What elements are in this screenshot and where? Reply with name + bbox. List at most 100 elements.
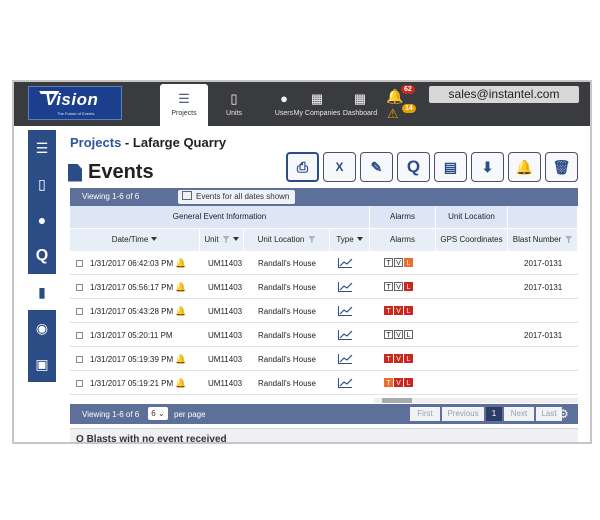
cell-alarms: TVL (384, 324, 414, 347)
waveform-type-icon[interactable] (338, 378, 353, 388)
sidebar-users-icon[interactable]: ● (28, 202, 56, 238)
cell-blast-number: 2017-0131 (524, 283, 563, 292)
column-header-datetime[interactable]: Date/Time (70, 229, 200, 251)
row-checkbox[interactable] (76, 260, 83, 267)
page-title: Events (68, 161, 154, 184)
cell-datetime: 1/31/2017 05:19:21 PM 🔔 (90, 372, 186, 395)
alarm-indicator-v: V (394, 354, 403, 363)
sidebar-events-icon[interactable]: ▮ (28, 274, 56, 310)
sidebar-query-icon[interactable]: Q (28, 238, 56, 274)
column-label: Blast Number (512, 235, 562, 244)
export-excel-button[interactable]: X (323, 152, 356, 182)
column-header-unit-location[interactable]: Unit Location (244, 229, 330, 251)
print-icon: ⎙ (296, 158, 309, 175)
filter-icon[interactable] (308, 236, 316, 243)
row-checkbox[interactable] (76, 308, 83, 315)
filter-icon[interactable] (222, 236, 230, 243)
sort-icon (232, 237, 239, 241)
waveform-type-icon[interactable] (338, 258, 353, 268)
cell-unit[interactable]: UM11403 (208, 348, 242, 371)
next-page-button[interactable]: Next (504, 407, 534, 421)
row-checkbox[interactable] (76, 332, 83, 339)
column-header-blast[interactable]: Blast Number (508, 229, 578, 251)
cell-unit-location: Randall's House (258, 331, 317, 340)
viewing-count: Viewing 1-6 of 6 (82, 192, 140, 201)
edit-button[interactable]: ✎ (360, 152, 393, 182)
trash-icon: 🗑 (552, 158, 571, 175)
page-1-button[interactable]: 1 (486, 407, 502, 421)
horizontal-scrollbar[interactable] (374, 398, 578, 403)
alarm-button[interactable]: 🔔 (508, 152, 541, 182)
cell-unit[interactable]: UM11403 (208, 276, 242, 299)
previous-page-button[interactable]: Previous (442, 407, 484, 421)
cell-unit[interactable]: UM11403 (208, 324, 242, 347)
table-row[interactable]: 1/31/2017 05:56:17 PM 🔔 UM11403 Randall's H… (70, 276, 578, 299)
events-date-filter-button[interactable]: Events for all dates shown (178, 190, 296, 204)
alarm-indicator-l: L (404, 378, 413, 387)
cell-unit[interactable]: UM11403 (208, 300, 242, 323)
nav-tab-units[interactable]: ▯ Units (210, 84, 258, 126)
alarm-indicator-v: V (394, 378, 403, 387)
cell-datetime: 1/31/2017 05:43:28 PM 🔔 (90, 300, 186, 323)
row-checkbox[interactable] (76, 356, 83, 363)
row-checkbox[interactable] (76, 380, 83, 387)
nav-tab-dashboard[interactable]: ▦ Dashboard (332, 84, 388, 126)
datetime-text: 1/31/2017 05:19:39 PM (90, 355, 174, 364)
sidebar-image-icon[interactable]: ▣ (28, 346, 56, 382)
cell-unit[interactable]: UM11403 (208, 372, 242, 395)
column-label: GPS Coordinates (440, 235, 503, 244)
datetime-text: 1/31/2017 06:42:03 PM (90, 259, 174, 268)
cell-alarms: TVL (384, 276, 414, 299)
delete-button[interactable]: 🗑 (545, 152, 578, 182)
settings-gear-icon[interactable]: ⚙ (558, 407, 572, 421)
waveform-type-icon[interactable] (338, 306, 353, 316)
alarm-indicator-v: V (394, 282, 403, 291)
cell-unit-location: Randall's House (258, 259, 317, 268)
alarm-indicator-l: L (404, 306, 413, 315)
alarm-indicator-t: T (384, 306, 393, 315)
sort-icon (356, 237, 363, 241)
cell-datetime: 1/31/2017 06:42:03 PM 🔔 (90, 252, 186, 275)
logo-tagline: The Future of Events (57, 111, 95, 116)
first-page-button[interactable]: First (410, 407, 440, 421)
row-checkbox[interactable] (76, 284, 83, 291)
filter-icon[interactable] (565, 236, 573, 243)
warning-icon[interactable]: ⚠ (387, 106, 399, 122)
units-icon: ▯ (230, 91, 238, 106)
alarm-indicator-l: L (404, 354, 413, 363)
query-button[interactable]: Q (397, 152, 430, 182)
sidebar-menu-icon[interactable]: ☰ (28, 130, 56, 166)
export-pdf-button[interactable]: ▤ (434, 152, 467, 182)
blasts-section-header[interactable]: Q Blasts with no event received (70, 428, 578, 442)
notification-count-badge: 62 (401, 85, 415, 94)
alert-bell-icon: 🔔 (175, 306, 187, 316)
column-header-unit[interactable]: Unit (200, 229, 244, 251)
scrollbar-thumb[interactable] (382, 398, 412, 403)
breadcrumb-projects-link[interactable]: Projects (70, 135, 121, 150)
sidebar-units-icon[interactable]: ▯ (28, 166, 56, 202)
cell-unit[interactable]: UM11403 (208, 252, 242, 275)
waveform-type-icon[interactable] (338, 354, 353, 364)
cell-unit-location: Randall's House (258, 307, 317, 316)
cell-alarms: TVL (384, 348, 414, 371)
sidebar-location-icon[interactable]: ◉ (28, 310, 56, 346)
query-icon: Q (406, 157, 421, 176)
column-header-type[interactable]: Type (330, 229, 370, 251)
table-row[interactable]: 1/31/2017 05:19:21 PM 🔔 UM11403 Randall's H… (70, 372, 578, 395)
user-email[interactable]: sales@instantel.com (429, 86, 579, 103)
edit-icon: ✎ (370, 158, 383, 175)
table-row[interactable]: 1/31/2017 05:19:39 PM 🔔 UM11403 Randall's H… (70, 348, 578, 371)
table-row[interactable]: 1/31/2017 06:42:03 PM 🔔 UM11403 Randall's H… (70, 252, 578, 275)
nav-tab-projects[interactable]: ☰ Projects (160, 84, 208, 126)
table-row[interactable]: 1/31/2017 05:43:28 PM 🔔 UM11403 Randall's H… (70, 300, 578, 323)
per-page-select[interactable]: 6 ⌄ (148, 407, 168, 420)
waveform-type-icon[interactable] (338, 282, 353, 292)
print-button[interactable]: ⎙ (286, 152, 319, 182)
sort-icon (151, 237, 158, 241)
download-button[interactable]: ⬇ (471, 152, 504, 182)
waveform-type-icon[interactable] (338, 330, 353, 340)
vision-logo[interactable]: Vision The Future of Events (28, 86, 122, 120)
calendar-icon (182, 191, 192, 200)
warning-count-badge: 14 (402, 104, 416, 113)
table-row[interactable]: 1/31/2017 05:20:11 PM UM11403 Randall's Ho… (70, 324, 578, 347)
